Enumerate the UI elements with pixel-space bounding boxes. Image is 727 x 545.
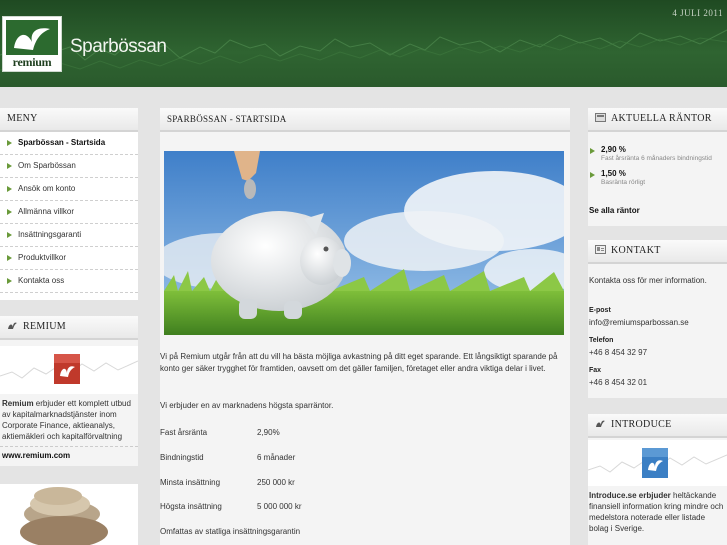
remium-logo[interactable]: remium xyxy=(2,16,62,72)
menu-item-kontakta-oss[interactable]: Kontakta oss xyxy=(0,270,138,293)
rate-description: Basränta rörligt xyxy=(601,179,646,186)
contact-box-title: KONTAKT xyxy=(588,240,727,264)
menu-title: MENY xyxy=(0,108,138,132)
menu-item-label: Om Sparbössan xyxy=(18,161,76,170)
remium-box-title-text: REMIUM xyxy=(23,321,66,332)
page-title: SPARBÖSSAN - STARTSIDA xyxy=(160,108,570,132)
menu-item-ansok-om-konto[interactable]: Ansök om konto xyxy=(0,178,138,201)
rates-box: AKTUELLA RÄNTOR 2,90 % Fast årsränta 6 m… xyxy=(588,108,727,226)
fax-label: Fax xyxy=(589,367,602,374)
menu-item-label: Kontakta oss xyxy=(18,276,65,285)
menu-item-om-sparbossan[interactable]: Om Sparbössan xyxy=(0,155,138,178)
rate-value: 2,90 % xyxy=(601,145,626,154)
introduce-banner-graphic xyxy=(588,448,727,478)
contact-box: KONTAKT Kontakta oss för mer information… xyxy=(588,240,727,398)
menu-list: Sparbössan - Startsida Om Sparbössan Ans… xyxy=(0,132,138,293)
info-row-label: Minsta insättning xyxy=(160,478,221,487)
menu-item-label: Ansök om konto xyxy=(18,184,76,193)
arrow-icon xyxy=(7,186,12,192)
info-row-label: Fast årsränta xyxy=(160,428,208,437)
all-rates-link[interactable]: Se alla räntor xyxy=(589,206,640,215)
main-menu: MENY Sparbössan - Startsida Om Sparbössa… xyxy=(0,108,138,300)
info-row-label: Högsta insättning xyxy=(160,502,222,511)
introduce-description: Introduce.se erbjuder heltäckande finans… xyxy=(589,490,726,534)
arrow-icon xyxy=(7,163,12,169)
remium-website-link[interactable]: www.remium.com xyxy=(0,446,138,460)
introduce-description-bold: Introduce.se erbjuder xyxy=(589,491,671,500)
info-row-label: Bindningstid xyxy=(160,453,204,462)
arrow-icon xyxy=(7,232,12,238)
introduce-banner[interactable] xyxy=(588,440,727,486)
stones-image xyxy=(0,484,138,545)
info-row-value: 2,90% xyxy=(257,428,280,437)
phone-label: Telefon xyxy=(589,337,614,344)
leaf-logo-icon xyxy=(6,20,58,55)
remium-box: REMIUM Remium erbjuder ett komplett utbu… xyxy=(0,316,138,466)
remium-box-title: REMIUM xyxy=(0,316,138,340)
contact-box-title-text: KONTAKT xyxy=(611,245,661,256)
remium-banner[interactable] xyxy=(0,346,138,394)
intro-paragraph: Vi på Remium utgår från att du vill ha b… xyxy=(160,352,558,373)
rate-description: Fast årsränta 6 månaders bindningstid xyxy=(601,155,712,162)
info-row-value: 6 månader xyxy=(257,453,296,462)
menu-item-label: Allmänna villkor xyxy=(18,207,75,216)
rates-box-title-text: AKTUELLA RÄNTOR xyxy=(611,113,712,124)
leaf-icon xyxy=(596,420,605,427)
rate-value: 1,50 % xyxy=(601,169,626,178)
menu-item-label: Produktvillkor xyxy=(18,253,67,262)
introduce-box-title: INTRODUCE xyxy=(588,414,727,438)
calculator-icon xyxy=(595,113,606,122)
arrow-icon xyxy=(7,140,12,146)
main-content: SPARBÖSSAN - STARTSIDA Vi på Remium utgå… xyxy=(160,108,570,545)
piggy-bank-hero-image xyxy=(164,151,564,335)
current-date: 4 JULI 2011 xyxy=(672,8,723,18)
arrow-icon xyxy=(7,209,12,215)
phone-number: +46 8 454 32 97 xyxy=(589,348,648,357)
arrow-icon xyxy=(7,255,12,261)
menu-item-label: Insättningsgaranti xyxy=(18,230,82,239)
guarantee-note: Omfattas av statliga insättningsgarantin xyxy=(160,527,301,536)
arrow-icon xyxy=(7,278,12,284)
introduce-box: INTRODUCE Introduce.se erbjuder heltäcka… xyxy=(588,414,727,545)
offer-text: Vi erbjuder en av marknadens högsta spar… xyxy=(160,401,334,410)
rates-box-title: AKTUELLA RÄNTOR xyxy=(588,108,727,132)
email-link[interactable]: info@remiumsparbossan.se xyxy=(589,318,689,327)
contact-card-icon xyxy=(595,245,606,254)
leaf-icon xyxy=(8,322,17,329)
arrow-icon xyxy=(590,148,595,154)
menu-item-allmanna-villkor[interactable]: Allmänna villkor xyxy=(0,201,138,224)
remium-description: Remium erbjuder ett komplett utbud av ka… xyxy=(0,398,138,442)
contact-intro: Kontakta oss för mer information. xyxy=(589,276,707,285)
introduce-box-title-text: INTRODUCE xyxy=(611,419,672,430)
menu-item-startsida[interactable]: Sparbössan - Startsida xyxy=(0,132,138,155)
info-row-value: 250 000 kr xyxy=(257,478,295,487)
info-row-value: 5 000 000 kr xyxy=(257,502,302,511)
logo-text: remium xyxy=(12,55,52,69)
site-title: Sparbössan xyxy=(70,36,167,57)
menu-item-label: Sparbössan - Startsida xyxy=(18,138,106,147)
arrow-icon xyxy=(590,172,595,178)
site-header: remium Sparbössan 4 JULI 2011 xyxy=(0,0,727,87)
menu-item-produktvillkor[interactable]: Produktvillkor xyxy=(0,247,138,270)
email-label: E-post xyxy=(589,307,611,314)
menu-item-insattningsgaranti[interactable]: Insättningsgaranti xyxy=(0,224,138,247)
fax-number: +46 8 454 32 01 xyxy=(589,378,648,387)
remium-banner-graphic xyxy=(0,354,138,384)
remium-description-bold: Remium xyxy=(2,399,34,408)
